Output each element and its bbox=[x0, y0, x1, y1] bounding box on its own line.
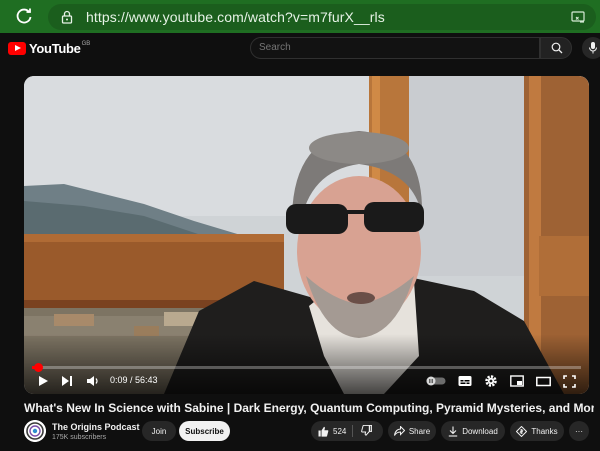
like-count: 524 bbox=[333, 426, 347, 436]
miniplayer-button[interactable] bbox=[509, 373, 525, 389]
like-divider bbox=[352, 425, 353, 437]
miniplayer-icon bbox=[510, 375, 524, 387]
theater-mode-button[interactable] bbox=[535, 373, 551, 389]
channel-name[interactable]: The Origins Podcast bbox=[52, 422, 140, 432]
volume-icon bbox=[87, 376, 98, 386]
reload-icon[interactable] bbox=[14, 6, 34, 26]
like-button[interactable]: 524 bbox=[311, 426, 346, 437]
settings-button[interactable] bbox=[483, 373, 499, 389]
search-button[interactable] bbox=[540, 37, 572, 59]
next-button[interactable] bbox=[60, 373, 74, 389]
subscribe-button[interactable]: Subscribe bbox=[179, 421, 230, 441]
controls-overlay bbox=[24, 334, 589, 394]
thanks-button[interactable]: Thanks bbox=[510, 421, 564, 441]
subtitles-button[interactable] bbox=[457, 373, 473, 389]
share-icon bbox=[393, 426, 405, 436]
download-button[interactable]: Download bbox=[441, 421, 505, 441]
address-bar[interactable]: https://www.youtube.com/watch?v=m7furX__… bbox=[48, 4, 596, 30]
theater-icon bbox=[535, 376, 551, 386]
dislike-button[interactable] bbox=[361, 424, 376, 438]
scrubber-handle[interactable] bbox=[34, 363, 43, 372]
search-input[interactable] bbox=[259, 42, 529, 53]
youtube-header: YouTube GB bbox=[0, 33, 600, 65]
progress-bar[interactable] bbox=[32, 363, 581, 372]
thumbs-down-icon bbox=[361, 424, 373, 436]
super-thanks-icon bbox=[516, 425, 528, 437]
share-label: Share bbox=[408, 426, 431, 436]
subtitles-icon bbox=[458, 376, 472, 386]
autoplay-toggle[interactable] bbox=[426, 373, 446, 389]
play-icon bbox=[39, 376, 48, 386]
country-code: GB bbox=[81, 40, 91, 47]
logo-text: YouTube bbox=[29, 41, 81, 56]
search-icon bbox=[551, 42, 563, 54]
fullscreen-icon bbox=[562, 374, 576, 388]
play-button[interactable] bbox=[36, 373, 50, 389]
microphone-icon bbox=[589, 42, 597, 54]
more-actions-button[interactable]: ··· bbox=[569, 421, 589, 441]
video-title: What's New In Science with Sabine | Dark… bbox=[24, 401, 594, 415]
subscriber-count: 175K subscribers bbox=[52, 434, 107, 441]
settings-icon bbox=[485, 375, 497, 387]
voice-search-button[interactable] bbox=[582, 37, 600, 59]
video-player[interactable]: 0:09 / 56:43 bbox=[24, 76, 589, 394]
lock-icon[interactable] bbox=[60, 10, 74, 24]
like-dislike-group: 524 bbox=[311, 421, 383, 441]
time-display: 0:09 / 56:43 bbox=[110, 375, 158, 385]
autoplay-toggle-icon bbox=[426, 376, 446, 386]
channel-avatar[interactable] bbox=[24, 420, 46, 442]
youtube-play-logo-icon bbox=[8, 42, 26, 55]
fullscreen-button[interactable] bbox=[561, 373, 577, 389]
url-text[interactable]: https://www.youtube.com/watch?v=m7furX__… bbox=[86, 9, 385, 25]
share-button[interactable]: Share bbox=[388, 421, 436, 441]
next-icon bbox=[62, 376, 72, 386]
volume-button[interactable] bbox=[85, 373, 101, 389]
join-button[interactable]: Join bbox=[142, 421, 176, 441]
browser-toolbar: https://www.youtube.com/watch?v=m7furX__… bbox=[0, 0, 600, 33]
youtube-logo[interactable]: YouTube GB bbox=[8, 41, 90, 56]
download-label: Download bbox=[462, 426, 498, 436]
thanks-label: Thanks bbox=[531, 426, 558, 436]
download-icon bbox=[449, 426, 458, 437]
search-box[interactable] bbox=[250, 37, 540, 59]
origins-logo-icon bbox=[24, 420, 46, 442]
cast-icon[interactable] bbox=[570, 9, 586, 25]
thumbs-up-icon bbox=[318, 426, 329, 437]
